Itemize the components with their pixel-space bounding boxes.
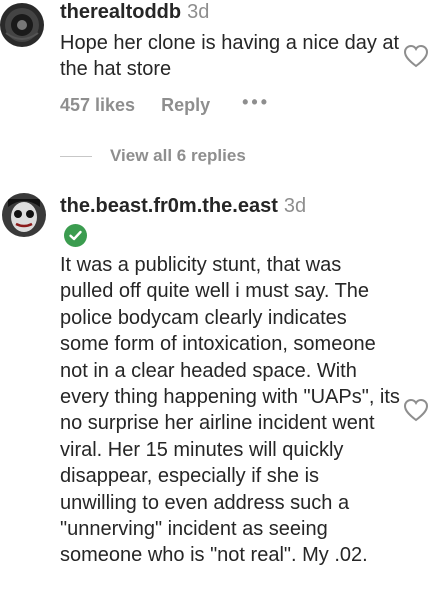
verified-check-icon (64, 224, 87, 247)
comment-time: 3d (283, 195, 307, 217)
username-text[interactable]: therealtoddb (60, 1, 181, 23)
reply-button[interactable]: Reply (161, 95, 210, 116)
comment-time: 3d (187, 1, 210, 23)
avatar[interactable] (0, 3, 44, 47)
comment-text: Hope her clone is having a nice day at t… (60, 32, 400, 81)
comment-meta: 457 likes Reply ••• (60, 93, 270, 116)
avatar[interactable] (2, 193, 46, 237)
heart-outline-icon[interactable] (403, 44, 429, 68)
likes-count[interactable]: 457 likes (60, 95, 135, 116)
heart-outline-icon[interactable] (403, 398, 429, 422)
view-replies-label[interactable]: View all 6 replies (110, 146, 246, 166)
divider (60, 155, 92, 157)
comment-username[interactable]: therealtoddb 3d (60, 1, 209, 24)
username-text[interactable]: the.beast.fr0m.the.east (60, 195, 278, 217)
more-options-icon[interactable]: ••• (242, 93, 270, 111)
comment-username[interactable]: the.beast.fr0m.the.east 3d (60, 195, 306, 218)
view-replies-button[interactable]: View all 6 replies (60, 146, 246, 166)
comment-text: It was a publicity stunt, that was pulle… (60, 254, 400, 567)
